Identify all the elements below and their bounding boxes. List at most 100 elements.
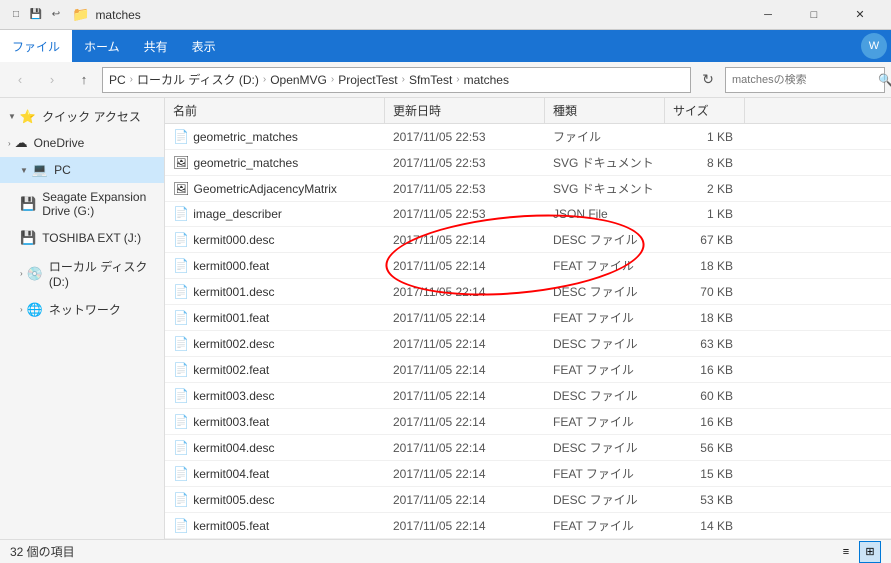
- table-row[interactable]: 📄 geometric_matches 2017/11/05 22:53 ファイ…: [165, 124, 891, 150]
- file-date-cell: 2017/11/05 22:53: [385, 180, 545, 198]
- sidebar-label-pc: PC: [54, 163, 71, 177]
- file-icon: 📄: [173, 466, 189, 482]
- file-name-text: geometric_matches: [194, 156, 299, 170]
- table-row[interactable]: 📄 kermit002.desc 2017/11/05 22:14 DESC フ…: [165, 331, 891, 357]
- file-size-cell: 16 KB: [665, 361, 745, 379]
- file-name-text: kermit002.desc: [193, 337, 274, 351]
- file-name-text: kermit000.desc: [193, 233, 274, 247]
- table-row[interactable]: 📄 kermit005.desc 2017/11/05 22:14 DESC フ…: [165, 487, 891, 513]
- file-type-cell: DESC ファイル: [545, 385, 665, 406]
- titlebar-folder-icon: 📁: [72, 6, 89, 23]
- file-date-cell: 2017/11/05 22:14: [385, 283, 545, 301]
- file-date-cell: 2017/11/05 22:14: [385, 361, 545, 379]
- ribbon-tab-view[interactable]: 表示: [180, 30, 228, 62]
- column-size[interactable]: サイズ: [665, 98, 745, 123]
- sidebar-item-pc[interactable]: ▼ 💻 PC: [0, 157, 164, 183]
- file-size-cell: 53 KB: [665, 491, 745, 509]
- sidebar-label-network: ネットワーク: [49, 301, 121, 318]
- address-openmvg[interactable]: OpenMVG: [270, 73, 327, 87]
- back-button[interactable]: ‹: [6, 66, 34, 94]
- address-bar[interactable]: PC › ローカル ディスク (D:) › OpenMVG › ProjectT…: [102, 67, 691, 93]
- file-date-cell: 2017/11/05 22:53: [385, 128, 545, 146]
- ribbon: ファイル ホーム 共有 表示 W: [0, 30, 891, 62]
- file-name-text: kermit004.desc: [193, 441, 274, 455]
- file-date-cell: 2017/11/05 22:14: [385, 465, 545, 483]
- view-detail-button[interactable]: ⊞: [859, 541, 881, 563]
- address-sep-1: ›: [130, 74, 133, 85]
- address-sep-5: ›: [456, 74, 459, 85]
- table-row[interactable]: 📄 kermit004.desc 2017/11/05 22:14 DESC フ…: [165, 435, 891, 461]
- address-projecttest[interactable]: ProjectTest: [338, 73, 397, 87]
- address-pc[interactable]: PC: [109, 73, 126, 87]
- forward-button[interactable]: ›: [38, 66, 66, 94]
- chevron-right-icon: ›: [8, 139, 11, 148]
- drive-icon-toshiba: 💾: [20, 230, 36, 246]
- file-name-text: kermit005.desc: [193, 493, 274, 507]
- table-row[interactable]: 📄 kermit002.feat 2017/11/05 22:14 FEAT フ…: [165, 357, 891, 383]
- quick-access-toolbar-save[interactable]: 💾: [28, 7, 44, 23]
- statusbar: 32 個の項目 ≡ ⊞: [0, 539, 891, 563]
- file-name-text: kermit003.feat: [193, 415, 269, 429]
- ribbon-tab-file[interactable]: ファイル: [0, 30, 72, 62]
- file-name-text: kermit004.feat: [193, 467, 269, 481]
- maximize-button[interactable]: □: [791, 0, 837, 30]
- sidebar: ▼ ⭐ クイック アクセス › ☁ OneDrive ▼ 💻 PC 💾 Seag…: [0, 98, 165, 539]
- file-size-cell: 1 KB: [665, 205, 745, 223]
- sidebar-item-seagate[interactable]: 💾 Seagate Expansion Drive (G:): [0, 185, 164, 223]
- view-list-button[interactable]: ≡: [835, 541, 857, 563]
- minimize-button[interactable]: ─: [745, 0, 791, 30]
- address-local-d[interactable]: ローカル ディスク (D:): [137, 71, 259, 88]
- chevron-right-icon-d: ›: [20, 269, 23, 278]
- column-type[interactable]: 種類: [545, 98, 665, 123]
- sidebar-header-onedrive[interactable]: › ☁ OneDrive: [0, 131, 164, 155]
- window-icon: □: [8, 7, 24, 23]
- file-name-text: kermit002.feat: [193, 363, 269, 377]
- file-date-cell: 2017/11/05 22:14: [385, 491, 545, 509]
- sidebar-label-onedrive: OneDrive: [34, 136, 85, 150]
- column-name[interactable]: 名前: [165, 98, 385, 123]
- table-row[interactable]: 📄 image_describer 2017/11/05 22:53 JSON …: [165, 202, 891, 227]
- sidebar-header-quick-access[interactable]: ▼ ⭐ クイック アクセス: [0, 104, 164, 129]
- search-box[interactable]: 🔍: [725, 67, 885, 93]
- file-type-cell: FEAT ファイル: [545, 255, 665, 276]
- column-date[interactable]: 更新日時: [385, 98, 545, 123]
- quick-access-toolbar-undo[interactable]: ↩: [48, 7, 64, 23]
- file-name-cell: 🖼 GeometricAdjacencyMatrix: [165, 179, 385, 199]
- file-type-cell: FEAT ファイル: [545, 307, 665, 328]
- up-button[interactable]: ↑: [70, 66, 98, 94]
- file-type-cell: DESC ファイル: [545, 489, 665, 510]
- table-row[interactable]: 🖼 geometric_matches 2017/11/05 22:53 SVG…: [165, 150, 891, 176]
- table-row[interactable]: 📄 kermit005.feat 2017/11/05 22:14 FEAT フ…: [165, 513, 891, 539]
- ribbon-tab-share[interactable]: 共有: [132, 30, 180, 62]
- filelist: 名前 更新日時 種類 サイズ 📄 geometric_matches 2017/…: [165, 98, 891, 539]
- table-row[interactable]: 📄 kermit003.desc 2017/11/05 22:14 DESC フ…: [165, 383, 891, 409]
- file-icon: 📄: [173, 518, 189, 534]
- search-input[interactable]: [732, 74, 874, 86]
- table-row[interactable]: 📄 kermit000.feat 2017/11/05 22:14 FEAT フ…: [165, 253, 891, 279]
- file-size-cell: 18 KB: [665, 257, 745, 275]
- ribbon-right: W: [861, 30, 891, 62]
- file-size-cell: 70 KB: [665, 283, 745, 301]
- sidebar-item-toshiba[interactable]: 💾 TOSHIBA EXT (J:): [0, 225, 164, 251]
- refresh-button[interactable]: ↻: [695, 67, 721, 93]
- file-name-cell: 📄 kermit002.desc: [165, 334, 385, 354]
- ribbon-tab-home[interactable]: ホーム: [72, 30, 132, 62]
- table-row[interactable]: 📄 kermit000.desc 2017/11/05 22:14 DESC フ…: [165, 227, 891, 253]
- sidebar-item-network[interactable]: › 🌐 ネットワーク: [0, 296, 164, 323]
- file-name-text: kermit003.desc: [193, 389, 274, 403]
- file-icon: 📄: [173, 336, 189, 352]
- titlebar-title-text: matches: [95, 8, 140, 22]
- address-sfmtest[interactable]: SfmTest: [409, 73, 452, 87]
- titlebar: □ 💾 ↩ 📁 matches ─ □ ✕: [0, 0, 891, 30]
- sidebar-section-seagate: 💾 Seagate Expansion Drive (G:): [0, 185, 164, 223]
- sidebar-item-local-d[interactable]: › 💿 ローカル ディスク (D:): [0, 253, 164, 294]
- file-size-cell: 8 KB: [665, 154, 745, 172]
- file-date-cell: 2017/11/05 22:14: [385, 387, 545, 405]
- table-row[interactable]: 📄 kermit001.feat 2017/11/05 22:14 FEAT フ…: [165, 305, 891, 331]
- table-row[interactable]: 📄 kermit001.desc 2017/11/05 22:14 DESC フ…: [165, 279, 891, 305]
- table-row[interactable]: 📄 kermit004.feat 2017/11/05 22:14 FEAT フ…: [165, 461, 891, 487]
- address-matches[interactable]: matches: [464, 73, 509, 87]
- table-row[interactable]: 🖼 GeometricAdjacencyMatrix 2017/11/05 22…: [165, 176, 891, 202]
- table-row[interactable]: 📄 kermit003.feat 2017/11/05 22:14 FEAT フ…: [165, 409, 891, 435]
- close-button[interactable]: ✕: [837, 0, 883, 30]
